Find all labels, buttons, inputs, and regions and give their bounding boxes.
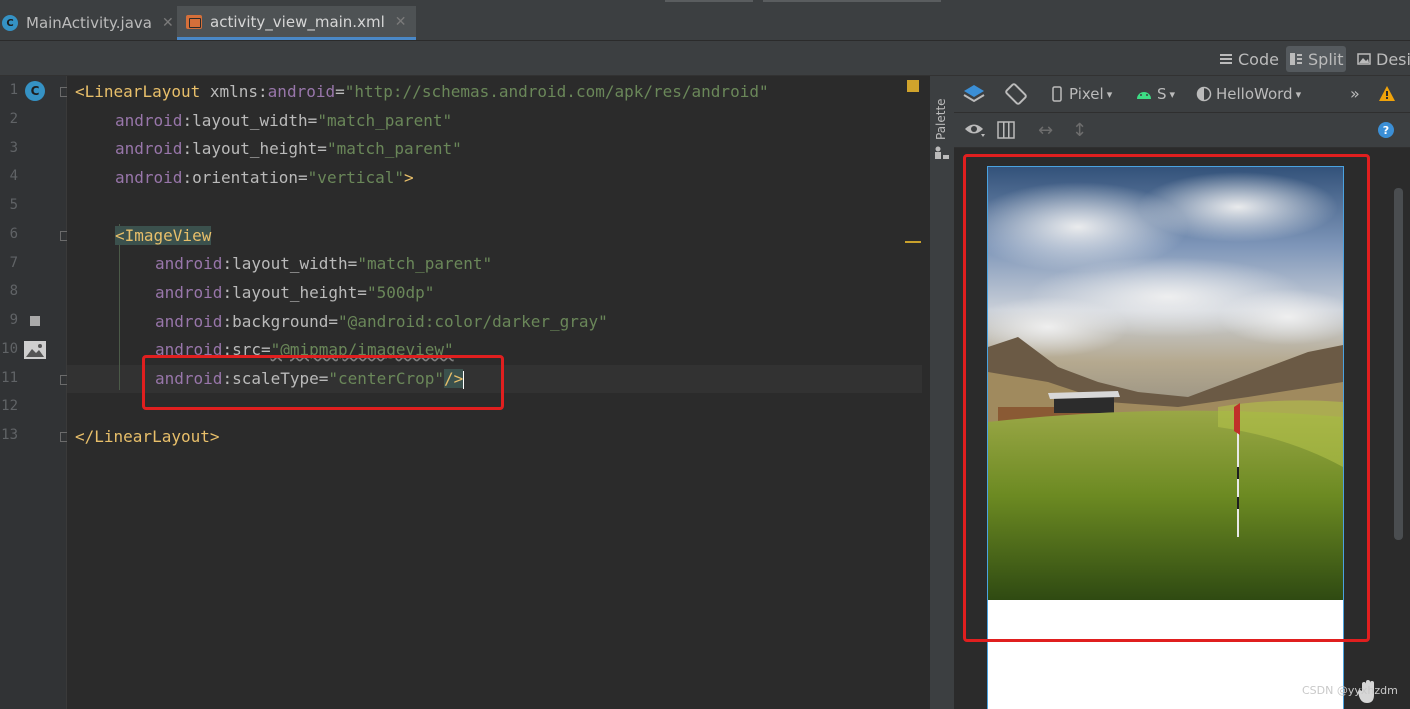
class-marker-icon[interactable]: C — [25, 81, 45, 101]
watermark-text: CSDN @yyxhzdm — [1302, 684, 1398, 697]
design-view-button[interactable]: Desig — [1354, 46, 1410, 72]
blueprint-toggle-icon[interactable] — [997, 121, 1015, 139]
line-number: 12 — [1, 398, 18, 414]
view-mode-bar: Code Split Desig — [0, 41, 1410, 76]
line-number: 6 — [9, 226, 18, 242]
image-resource-icon[interactable] — [24, 341, 46, 359]
tab-bar-indicator — [665, 0, 753, 2]
split-view-icon — [1290, 53, 1302, 65]
annotation-highlight-box — [142, 355, 504, 410]
code-line-3: android:layout_height="match_parent" — [115, 139, 462, 158]
code-line-4: android:orientation="vertical"> — [115, 168, 414, 187]
java-class-icon: C — [2, 15, 18, 31]
tab-activity-view-main[interactable]: activity_view_main.xml ✕ — [177, 6, 417, 40]
line-number: 7 — [9, 255, 18, 271]
more-options-icon[interactable]: » — [1350, 84, 1360, 103]
code-line-1: <LinearLayout xmlns:android="http://sche… — [75, 82, 769, 101]
xml-file-icon — [186, 14, 202, 29]
chevron-down-icon: ▾ — [1169, 87, 1176, 101]
line-number: 4 — [9, 168, 18, 184]
color-swatch-icon[interactable] — [30, 316, 40, 326]
preview-scrollbar[interactable] — [1394, 188, 1403, 540]
line-number: 10 — [1, 341, 18, 357]
vertical-resize-icon[interactable]: ↕ — [1072, 120, 1087, 141]
line-number-gutter: 1 2 3 4 5 6 7 8 9 10 11 12 13 C — [0, 76, 98, 709]
rotate-device-icon[interactable] — [1004, 82, 1028, 106]
help-icon[interactable]: ? — [1378, 122, 1394, 138]
code-view-label: Code — [1238, 49, 1279, 69]
android-icon — [1137, 92, 1151, 99]
design-toolbar: Pixel ▾ S ▾ HelloWord ▾ » — [954, 76, 1410, 113]
chevron-down-icon: ▾ — [1295, 87, 1302, 101]
design-view-label: Desig — [1376, 49, 1410, 69]
indent-guide — [119, 224, 120, 390]
split-view-label: Split — [1308, 49, 1344, 69]
code-line-6: <ImageView — [115, 226, 212, 245]
annotation-highlight-box — [963, 154, 1370, 642]
line-number: 5 — [9, 197, 18, 213]
device-label: Pixel — [1069, 85, 1104, 103]
line-number: 9 — [9, 312, 18, 328]
api-level-dropdown[interactable]: S ▾ — [1136, 85, 1175, 103]
split-view-button[interactable]: Split — [1286, 46, 1347, 72]
horizontal-resize-icon[interactable]: ↔ — [1038, 120, 1053, 141]
layers-icon[interactable] — [962, 83, 986, 105]
palette-icon[interactable] — [934, 146, 950, 160]
tab-bar-indicator — [763, 0, 941, 2]
close-icon[interactable]: ✕ — [162, 15, 174, 31]
line-number: 13 — [1, 427, 18, 443]
inspection-status-icon[interactable] — [907, 80, 919, 92]
line-number: 2 — [9, 111, 18, 127]
code-line-9: android:background="@android:color/darke… — [155, 312, 608, 331]
device-dropdown[interactable]: Pixel ▾ — [1052, 85, 1112, 103]
palette-strip[interactable] — [929, 76, 954, 709]
palette-label[interactable]: Palette — [934, 98, 948, 140]
design-toolbar-secondary: ↔ ↕ ? — [954, 113, 1410, 148]
theme-dropdown[interactable]: HelloWord ▾ — [1196, 85, 1301, 103]
close-icon[interactable]: ✕ — [395, 14, 407, 30]
eye-icon[interactable] — [964, 122, 986, 138]
code-line-2: android:layout_width="match_parent" — [115, 111, 453, 130]
code-view-button[interactable]: Code — [1216, 46, 1282, 72]
code-line-13: </LinearLayout> — [75, 427, 220, 446]
tab-main-activity[interactable]: C MainActivity.java ✕ — [0, 6, 182, 40]
chevron-down-icon: ▾ — [1106, 87, 1113, 101]
code-view-icon — [1220, 54, 1232, 64]
tab-label: MainActivity.java — [26, 14, 152, 32]
line-number: 3 — [9, 140, 18, 156]
theme-icon — [1196, 86, 1212, 102]
code-line-8: android:layout_height="500dp" — [155, 283, 435, 302]
api-level-label: S — [1157, 85, 1167, 103]
tab-label: activity_view_main.xml — [210, 12, 385, 31]
image-icon — [1357, 53, 1371, 65]
phone-icon — [1052, 86, 1062, 102]
code-line-7: android:layout_width="match_parent" — [155, 254, 493, 273]
line-number: 8 — [9, 283, 18, 299]
warning-icon[interactable] — [1378, 85, 1396, 102]
editor-tab-bar: C MainActivity.java ✕ activity_view_main… — [0, 0, 1410, 41]
warning-stripe-marker[interactable] — [905, 241, 921, 243]
theme-label: HelloWord — [1216, 85, 1293, 103]
line-number: 11 — [1, 370, 18, 386]
line-number: 1 — [9, 82, 18, 98]
